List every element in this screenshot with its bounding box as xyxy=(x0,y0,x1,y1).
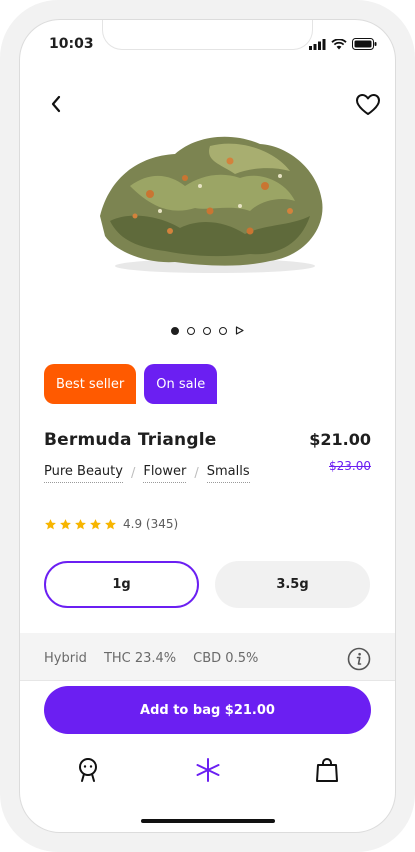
product-meta: Pure Beauty / Flower / Smalls xyxy=(44,464,250,483)
star-icon xyxy=(45,518,56,529)
carousel-dot[interactable] xyxy=(203,326,211,335)
nav-shop[interactable] xyxy=(188,750,228,790)
cbd-level: CBD 0.5% xyxy=(193,651,259,666)
battery-icon xyxy=(352,38,377,50)
product-hero xyxy=(20,64,395,340)
badge-best-seller: Best seller xyxy=(44,364,137,404)
nav-bag[interactable] xyxy=(307,750,347,790)
signal-icon xyxy=(309,38,326,50)
product-original-price: $23.00 xyxy=(329,459,371,473)
add-to-bag-button[interactable]: Add to bag $21.00 xyxy=(44,686,371,734)
size-option-1g[interactable]: 1g xyxy=(44,561,199,608)
product-price: $21.00 xyxy=(309,430,371,449)
size-class-link[interactable]: Smalls xyxy=(206,464,250,483)
nav-profile[interactable] xyxy=(68,750,108,790)
category-link[interactable]: Flower xyxy=(143,464,187,483)
carousel-dot[interactable] xyxy=(171,326,179,335)
bottom-nav xyxy=(20,750,395,790)
back-button[interactable] xyxy=(40,88,72,120)
bag-icon xyxy=(316,758,338,782)
carousel-dot[interactable] xyxy=(219,326,227,335)
rating-text: 4.9 (345) xyxy=(123,517,179,531)
strain-info: Hybrid THC 23.4% CBD 0.5% xyxy=(20,633,395,681)
star-icon xyxy=(60,518,71,529)
meta-separator: / xyxy=(130,466,136,481)
chevron-left-icon xyxy=(51,95,61,113)
shop-asterisk-icon xyxy=(196,758,220,782)
thc-level: THC 23.4% xyxy=(103,651,177,666)
rating[interactable]: 4.9 (345) xyxy=(44,517,178,531)
notch xyxy=(102,20,313,50)
badge-on-sale: On sale xyxy=(144,364,218,404)
screen: 10:03 Best seller On sale Bermuda Triang… xyxy=(20,20,395,832)
wifi-icon xyxy=(331,38,347,49)
info-icon[interactable] xyxy=(347,647,371,671)
carousel-dot[interactable] xyxy=(187,326,195,335)
star-icon xyxy=(75,518,86,529)
home-indicator xyxy=(141,819,275,823)
play-video-icon[interactable] xyxy=(235,326,244,335)
heart-icon xyxy=(356,93,380,115)
profile-icon xyxy=(79,758,97,782)
strain-type: Hybrid xyxy=(44,651,87,666)
size-option-3-5g[interactable]: 3.5g xyxy=(215,561,370,608)
status-time: 10:03 xyxy=(49,36,94,52)
brand-link[interactable]: Pure Beauty xyxy=(44,464,123,483)
strain-info-items: Hybrid THC 23.4% CBD 0.5% xyxy=(44,651,258,666)
size-options: 1g 3.5g xyxy=(44,561,370,608)
carousel-dots xyxy=(20,326,395,335)
meta-separator: / xyxy=(194,466,199,481)
product-title: Bermuda Triangle xyxy=(44,430,217,450)
star-icon xyxy=(90,518,101,529)
badges: Best seller On sale xyxy=(44,364,218,404)
star-icon xyxy=(105,518,116,529)
favorite-button[interactable] xyxy=(351,88,385,120)
product-image xyxy=(100,136,323,273)
status-icons xyxy=(309,38,377,50)
status-bar: 10:03 xyxy=(20,20,395,64)
